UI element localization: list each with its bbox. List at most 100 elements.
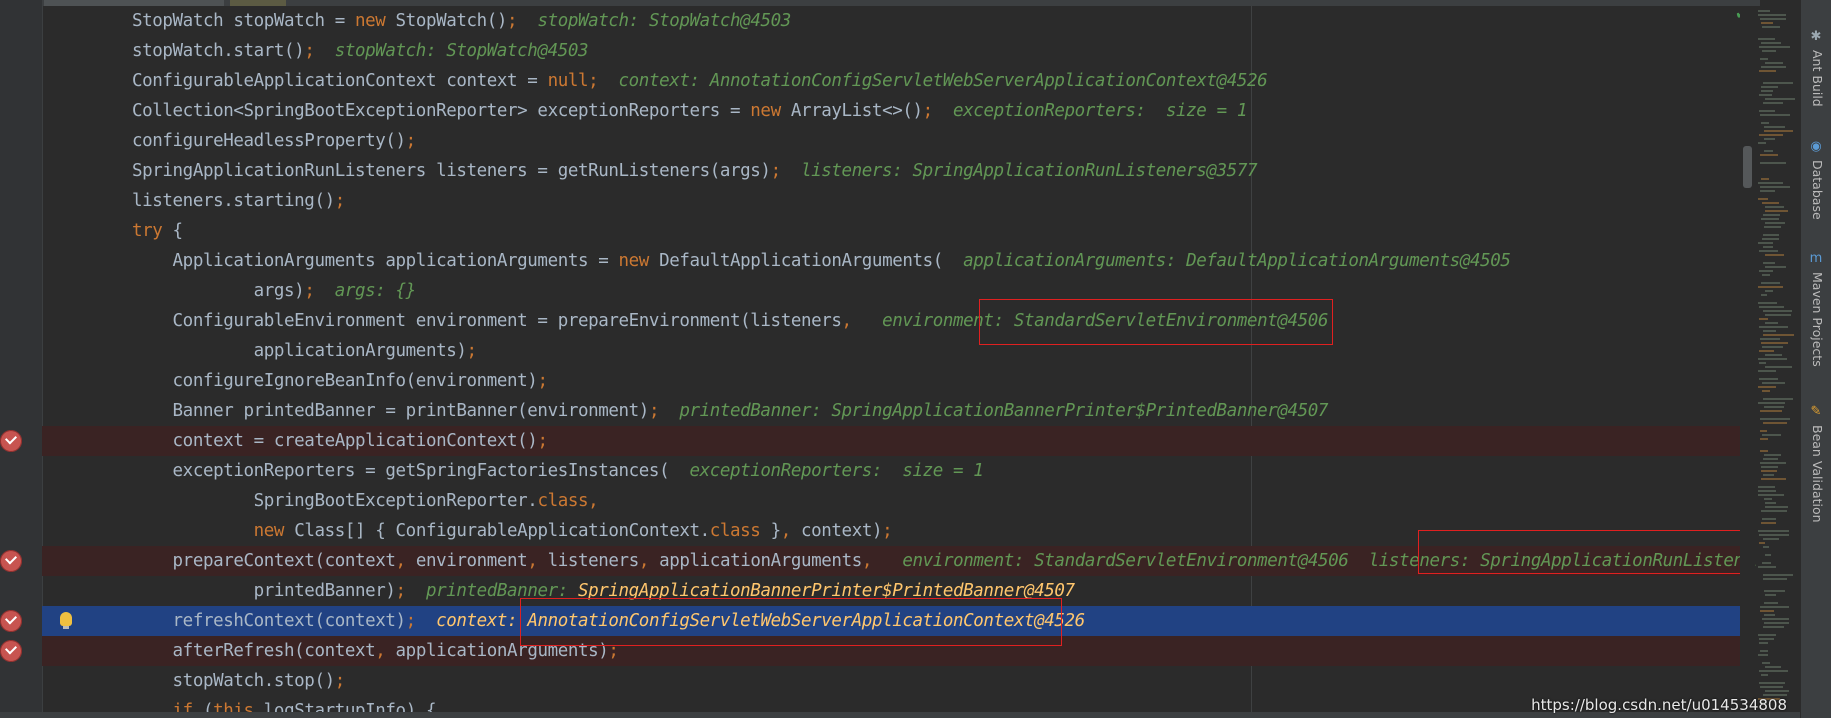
code-token: applicationArguments) (395, 641, 609, 661)
breakpoint-icon[interactable] (0, 430, 22, 452)
minimap-stroke (1760, 410, 1782, 412)
code-line[interactable]: configureHeadlessProperty(); (42, 126, 1754, 156)
code-token: class (537, 491, 589, 511)
minimap-stroke (1758, 38, 1775, 40)
code-token: ; (334, 671, 346, 691)
code-line[interactable]: StopWatch stopWatch = new StopWatch(); s… (42, 6, 1754, 36)
minimap-stroke (1761, 86, 1778, 88)
code-line[interactable]: prepareContext(context, environment, lis… (42, 546, 1785, 576)
code-line[interactable]: exceptionReporters = getSpringFactoriesI… (42, 456, 1754, 486)
code-token: exceptionReporters = getSpringFactoriesI… (132, 461, 670, 481)
code-editor[interactable]: StopWatch stopWatch = new StopWatch(); s… (0, 0, 1831, 718)
code-line-content: SpringApplicationRunListeners listeners … (132, 156, 1257, 186)
tool-window-label: Ant Build (1810, 50, 1825, 107)
code-line[interactable]: refreshContext(context); context: Annota… (42, 606, 1754, 636)
minimap-stroke (1759, 670, 1788, 672)
minimap-stroke (1765, 502, 1776, 504)
code-line[interactable]: stopWatch.stop(); (42, 666, 1754, 696)
code-token: StopWatch() (395, 11, 508, 31)
code-line[interactable]: Banner printedBanner = printBanner(envir… (42, 396, 1754, 426)
code-token: prepareContext(context (132, 551, 396, 571)
code-line-content: StopWatch stopWatch = new StopWatch(); s… (132, 6, 791, 36)
code-line[interactable]: listeners.starting(); (42, 186, 1754, 216)
minimap-stroke (1760, 154, 1778, 156)
code-line[interactable]: ConfigurableEnvironment environment = pr… (42, 306, 1754, 336)
code-token: ; (648, 401, 660, 421)
code-token: listeners.starting() (132, 191, 335, 211)
code-token: context) (801, 521, 883, 541)
minimap-stroke (1761, 342, 1788, 344)
code-line[interactable]: ConfigurableApplicationContext context =… (42, 66, 1754, 96)
breakpoint-icon[interactable] (0, 550, 22, 572)
breakpoint-icon[interactable] (0, 640, 22, 662)
ant-icon: ✱ (1810, 29, 1822, 44)
code-line[interactable]: try { (42, 216, 1754, 246)
code-token: ConfigurableApplicationContext context = (132, 71, 548, 91)
minimap-stroke (1764, 454, 1781, 456)
code-line[interactable]: args); args: {} (42, 276, 1754, 306)
code-token: , (375, 641, 396, 661)
minimap-stroke (1765, 506, 1788, 508)
code-token: { (172, 221, 184, 241)
minimap-stroke (1762, 562, 1771, 564)
code-line-content: new Class[] { ConfigurableApplicationCon… (132, 516, 893, 546)
code-minimap[interactable] (1756, 6, 1800, 718)
minimap-stroke (1760, 606, 1789, 608)
code-line[interactable]: SpringApplicationRunListeners listeners … (42, 156, 1754, 186)
minimap-stroke (1764, 622, 1789, 624)
minimap-stroke (1762, 274, 1770, 276)
minimap-stroke (1761, 282, 1780, 284)
code-line-content: afterRefresh(context, applicationArgumen… (132, 636, 619, 666)
code-token: afterRefresh(context (132, 641, 376, 661)
minimap-stroke (1760, 438, 1768, 440)
code-token: applicationArguments) (132, 341, 467, 361)
inline-debug-value: listeners: SpringApplicationRunListeners… (780, 161, 1258, 181)
inline-debug-value: applicationArguments: DefaultApplication… (942, 251, 1511, 271)
code-token: StopWatch stopWatch = (132, 11, 355, 31)
minimap-stroke (1758, 142, 1766, 144)
code-token: ; (507, 11, 518, 31)
code-token: Banner printedBanner = printBanner(envir… (132, 401, 650, 421)
code-line[interactable]: stopWatch.start(); stopWatch: StopWatch@… (42, 36, 1754, 66)
code-line[interactable]: configureIgnoreBeanInfo(environment); (42, 366, 1754, 396)
minimap-stroke (1763, 234, 1779, 236)
minimap-stroke (1761, 294, 1767, 296)
inline-debug-value: environment: StandardServletEnvironment@… (861, 311, 1329, 331)
code-line[interactable]: context = createApplicationContext(); (42, 426, 1754, 456)
code-line[interactable]: SpringBootExceptionReporter.class, (42, 486, 1754, 516)
code-token: null (547, 71, 589, 91)
minimap-stroke (1759, 638, 1774, 640)
editor-gutter[interactable] (0, 0, 43, 718)
minimap-stroke (1758, 358, 1787, 360)
inline-debug-value: exceptionReporters: size = 1 (669, 461, 984, 481)
minimap-stroke (1759, 534, 1789, 536)
minimap-stroke (1761, 522, 1776, 524)
minimap-stroke (1759, 326, 1788, 328)
breakpoint-icon[interactable] (0, 610, 22, 632)
code-line[interactable]: ApplicationArguments applicationArgument… (42, 246, 1754, 276)
minimap-stroke (1760, 450, 1768, 452)
code-token: new (355, 11, 396, 31)
code-token: applicationArguments (659, 551, 862, 571)
code-line[interactable]: printedBanner); printedBanner: SpringApp… (42, 576, 1754, 606)
code-token: ArrayList<>() (790, 101, 923, 121)
minimap-stroke (1764, 614, 1775, 616)
minimap-stroke (1762, 346, 1783, 348)
code-token: args) (132, 281, 305, 301)
minimap-stroke (1760, 462, 1786, 464)
minimap-stroke (1765, 354, 1782, 356)
minimap-stroke (1761, 122, 1769, 124)
vertical-scrollbar[interactable] (1740, 6, 1754, 718)
minimap-stroke (1759, 70, 1776, 72)
minimap-stroke (1765, 290, 1773, 292)
lightbulb-icon[interactable] (60, 612, 72, 629)
code-line[interactable]: new Class[] { ConfigurableApplicationCon… (42, 516, 1754, 546)
minimap-stroke (1765, 98, 1795, 100)
minimap-stroke (1761, 674, 1768, 676)
minimap-stroke (1761, 90, 1773, 92)
code-line[interactable]: Collection<SpringBootExceptionReporter> … (42, 96, 1754, 126)
code-line[interactable]: afterRefresh(context, applicationArgumen… (42, 636, 1754, 666)
minimap-stroke (1765, 222, 1785, 224)
scrollbar-thumb[interactable] (1743, 146, 1752, 188)
code-line[interactable]: applicationArguments); (42, 336, 1754, 366)
